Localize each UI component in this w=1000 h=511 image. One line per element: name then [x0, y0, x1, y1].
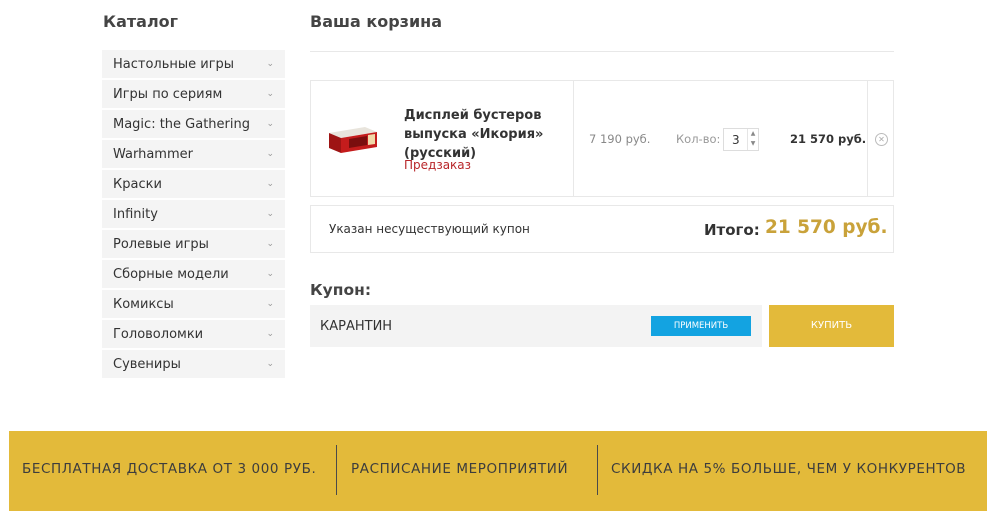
- catalog-item-magic[interactable]: Magic: the Gathering ⌄: [102, 110, 285, 138]
- preorder-status: Предзаказ: [404, 158, 472, 172]
- product-name[interactable]: Дисплей бустеров выпуска «Икория» (русск…: [404, 106, 554, 163]
- spin-arrows-icon[interactable]: ▲ ▼: [747, 129, 758, 150]
- catalog-item-label: Сборные модели: [113, 266, 229, 282]
- catalog-item-label: Сувениры: [113, 356, 181, 372]
- product-image[interactable]: [327, 123, 379, 155]
- catalog-item-models[interactable]: Сборные модели ⌄: [102, 260, 285, 288]
- unit-price: 7 190 руб.: [589, 132, 651, 146]
- chevron-down-icon: ⌄: [266, 239, 274, 249]
- buy-button[interactable]: КУПИТЬ: [769, 305, 894, 347]
- catalog-item-warhammer[interactable]: Warhammer ⌄: [102, 140, 285, 168]
- promo-separator: [597, 445, 598, 495]
- promo-free-delivery[interactable]: БЕСПЛАТНАЯ ДОСТАВКА ОТ 3 000 РУБ.: [22, 461, 316, 477]
- cart-item-row: Дисплей бустеров выпуска «Икория» (русск…: [310, 80, 894, 197]
- coupon-field-container: ПРИМЕНИТЬ: [310, 305, 762, 347]
- cart-summary: Указан несуществующий купон Итого: 21 57…: [310, 205, 894, 253]
- coupon-input[interactable]: [310, 305, 640, 347]
- chevron-down-icon: ⌄: [266, 329, 274, 339]
- quantity-stepper[interactable]: 3 ▲ ▼: [723, 128, 759, 151]
- chevron-down-icon: ⌄: [266, 89, 274, 99]
- divider: [573, 81, 574, 196]
- catalog-title: Каталог: [103, 12, 179, 31]
- chevron-down-icon: ⌄: [266, 119, 274, 129]
- catalog-item-label: Краски: [113, 176, 162, 192]
- coupon-title: Купон:: [310, 281, 372, 299]
- chevron-down-icon: ⌄: [266, 359, 274, 369]
- catalog-item-infinity[interactable]: Infinity ⌄: [102, 200, 285, 228]
- catalog-item-label: Настольные игры: [113, 56, 235, 72]
- catalog-item-paints[interactable]: Краски ⌄: [102, 170, 285, 198]
- catalog-item-souvenirs[interactable]: Сувениры ⌄: [102, 350, 285, 378]
- coupon-message: Указан несуществующий купон: [329, 222, 530, 236]
- divider: [310, 51, 894, 52]
- catalog-item-label: Игры по сериям: [113, 86, 223, 102]
- divider: [867, 81, 868, 196]
- quantity-value: 3: [732, 133, 740, 147]
- promo-banner: БЕСПЛАТНАЯ ДОСТАВКА ОТ 3 000 РУБ. РАСПИС…: [9, 431, 987, 511]
- chevron-down-icon: ⌄: [266, 149, 274, 159]
- catalog-item-puzzles[interactable]: Головоломки ⌄: [102, 320, 285, 348]
- apply-coupon-button[interactable]: ПРИМЕНИТЬ: [651, 316, 751, 336]
- promo-separator: [336, 445, 337, 495]
- catalog-item-label: Комиксы: [113, 296, 174, 312]
- catalog-item-label: Warhammer: [113, 146, 193, 162]
- catalog-item-label: Головоломки: [113, 326, 204, 342]
- page-title: Ваша корзина: [310, 12, 443, 31]
- row-total: 21 570 руб.: [790, 132, 867, 146]
- total-label: Итого:: [704, 221, 760, 239]
- catalog-item-comics[interactable]: Комиксы ⌄: [102, 290, 285, 318]
- chevron-down-icon: ⌄: [266, 59, 274, 69]
- catalog-item-label: Magic: the Gathering: [113, 116, 250, 132]
- chevron-down-icon: ⌄: [266, 269, 274, 279]
- promo-discount[interactable]: СКИДКА НА 5% БОЛЬШЕ, ЧЕМ У КОНКУРЕНТОВ: [611, 461, 966, 477]
- chevron-down-icon: ⌄: [266, 209, 274, 219]
- catalog-item-label: Ролевые игры: [113, 236, 209, 252]
- catalog-item-rpg[interactable]: Ролевые игры ⌄: [102, 230, 285, 258]
- total-value: 21 570 руб.: [765, 217, 888, 238]
- remove-icon[interactable]: ✕: [875, 133, 888, 146]
- chevron-down-icon: ⌄: [266, 299, 274, 309]
- catalog-item-board-games[interactable]: Настольные игры ⌄: [102, 50, 285, 78]
- catalog-item-label: Infinity: [113, 206, 158, 222]
- chevron-down-icon: ⌄: [266, 179, 274, 189]
- catalog-item-series-games[interactable]: Игры по сериям ⌄: [102, 80, 285, 108]
- catalog-menu: Настольные игры ⌄ Игры по сериям ⌄ Magic: …: [102, 50, 285, 380]
- promo-events-schedule[interactable]: РАСПИСАНИЕ МЕРОПРИЯТИЙ: [351, 461, 568, 477]
- quantity-label: Кол-во:: [676, 132, 721, 146]
